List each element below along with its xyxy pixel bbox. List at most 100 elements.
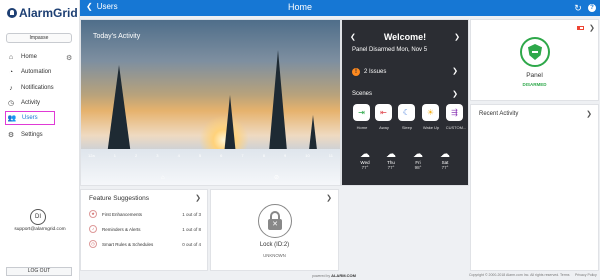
powered-by: powered by ALARM.COM [312,273,356,278]
feature-label: First Enhancements [102,211,143,217]
scene-wakeup-button[interactable]: ☀ [422,104,439,121]
snow-cloud-icon: ☁ [360,149,370,160]
sidebar-item-label: Settings [21,132,43,138]
scene-away-button[interactable]: ⇤ [375,104,392,121]
timeline-label: 11 [328,153,333,158]
timeline-label: 10 [305,153,310,158]
panel-status: DISARMED [522,82,547,87]
recent-activity-title: Recent Activity [479,111,519,117]
chevron-right-icon[interactable]: ❯ [326,194,332,202]
snow-cloud-icon: ☁ [413,149,423,160]
page-title: Home [287,2,312,12]
account-selector[interactable]: Impasse [6,33,72,43]
feature-progress: 0 out of 4 [182,241,201,247]
timeline-label: 2 [135,153,138,158]
home-settings-icon[interactable]: ⚙ [66,54,72,62]
scene-label: Wake Up [422,125,440,130]
chevron-right-icon[interactable]: ❯ [452,67,458,75]
logo-icon [7,8,17,18]
scene-label: Sleep [401,125,413,130]
feature-label: Smart Rules & Schedules [102,241,154,247]
lock-icon[interactable]: ✕ [258,204,292,238]
sidebar-item-settings[interactable]: ⚙ Settings [5,129,75,141]
timeline-label: 5 [198,153,202,158]
warning-icon: ! [352,68,360,76]
moon-icon: ☾ [402,108,411,117]
feature-suggestions-title: Feature Suggestions [89,195,149,202]
scenes-heading: Scenes [352,91,373,97]
timeline-label: 8 [262,153,265,158]
chevron-right-icon[interactable]: ❯ [452,90,458,98]
footer: powered by ALARM.COM Copyright © 2000-20… [80,272,600,280]
sidebar-item-automation[interactable]: ◔ Automation [5,66,75,78]
weather-day[interactable]: ☁ Thu 77° [380,150,402,171]
panel-card[interactable]: ❯ Panel DISARMED [470,19,599,101]
alarmcom-logo: ALARM.COM [331,273,356,278]
away-scene-icon: ⇤ [380,108,387,117]
welcome-card: ❮ Welcome! ❯ Panel Disarmed Mon, Nov 5 !… [341,19,469,186]
copyright: Copyright © 2000-2018 Alarm.com Inc. All… [469,273,560,277]
shield-icon[interactable] [520,37,550,67]
chevron-right-icon[interactable]: ❯ [586,110,592,118]
chevron-right-icon[interactable]: ❯ [195,194,201,202]
weather-temp: 77° [361,165,369,170]
sidebar-item-label: Users [22,115,38,121]
list-item[interactable]: ★ First Enhancements 1 out of 3 [89,209,201,219]
weather-day[interactable]: ☁ Sat 77° [434,150,456,171]
gear-icon: ⚙ [7,132,15,139]
terms-link[interactable]: Terms [560,273,570,277]
sidebar-item-label: Home [21,54,38,60]
automation-icon: ◔ [8,68,14,76]
timeline-label: 7 [241,153,244,158]
weather-day[interactable]: ☁ Wed 77° [354,149,376,171]
logout-button[interactable]: LOG OUT [6,267,72,276]
user-email: support@alarmgrid.com [14,227,66,232]
sidebar-item-home[interactable]: ⌂ Home [5,51,75,63]
issues-label: 2 Issues [364,69,387,75]
home-scene-icon: ⇥ [358,108,365,117]
sidebar-item-notifications[interactable]: ♪ Notifications [5,82,75,94]
refresh-icon[interactable]: ↻ [572,2,584,14]
panel-status-text: Panel Disarmed Mon, Nov 5 [352,47,428,53]
weather-day[interactable]: ☁ Fri 98° [407,149,429,171]
lock-name: Lock (ID:2) [259,242,290,248]
todays-activity-card[interactable]: Today's Activity 12a 1 2 3 4 5 6 7 8 9 1… [80,19,341,186]
chevron-right-icon[interactable]: ❯ [589,24,595,32]
sidebar: AlarmGrid Impasse ⌂ Home ⚙ ◔ Automation … [0,0,80,280]
recent-activity-card[interactable]: Recent Activity ❯ [470,104,599,271]
home-icon: ⌂ [8,53,14,61]
issues-link[interactable]: ! 2 Issues [352,68,386,76]
brand-logo[interactable]: AlarmGrid [7,6,78,20]
scene-label: CUSTOM... [445,125,467,130]
weather-temp: 98° [414,165,422,170]
users-icon: 👥 [7,115,17,122]
privacy-link[interactable]: Privacy Policy [575,273,597,277]
battery-low-icon [577,26,584,30]
activity-title: Today's Activity [93,33,141,40]
scene-home-button[interactable]: ⇥ [353,104,370,121]
bell-icon: ♪ [89,225,97,233]
scene-custom-button[interactable]: ⇶ [446,104,463,121]
help-icon[interactable]: ? [586,2,598,14]
schedule-icon: ◷ [89,240,97,248]
timeline-label: 9 [283,153,287,158]
timeline-label: 4 [177,153,180,158]
feature-progress: 1 out of 8 [182,226,201,232]
sidebar-item-users[interactable]: 👥 Users [5,111,55,125]
activity-timeline[interactable]: 12a 1 2 3 4 5 6 7 8 9 10 11 [88,153,333,161]
chevron-right-icon[interactable]: ❯ [454,33,460,41]
scene-sleep-button[interactable]: ☾ [398,104,415,121]
lock-card[interactable]: ❯ ✕ Lock (ID:2) UNKNOWN [210,189,339,271]
list-item[interactable]: ◷ Smart Rules & Schedules 0 out of 4 [89,239,201,249]
timeline-label: 6 [220,153,223,158]
timeline-label: 1 [113,153,116,158]
feature-progress: 1 out of 3 [182,211,201,217]
avatar[interactable]: DI [30,209,46,225]
feature-suggestions-card: Feature Suggestions ❯ ★ First Enhancemen… [80,189,208,271]
thermostat-event-icon[interactable]: ⌂ [161,175,165,181]
scene-label: Away [379,125,389,130]
activity-icon: ◷ [7,100,15,107]
lock-event-icon[interactable]: ⊘ [274,174,279,181]
sidebar-item-activity[interactable]: ◷ Activity [5,97,75,109]
list-item[interactable]: ♪ Reminders & Alerts 1 out of 8 [89,224,201,234]
